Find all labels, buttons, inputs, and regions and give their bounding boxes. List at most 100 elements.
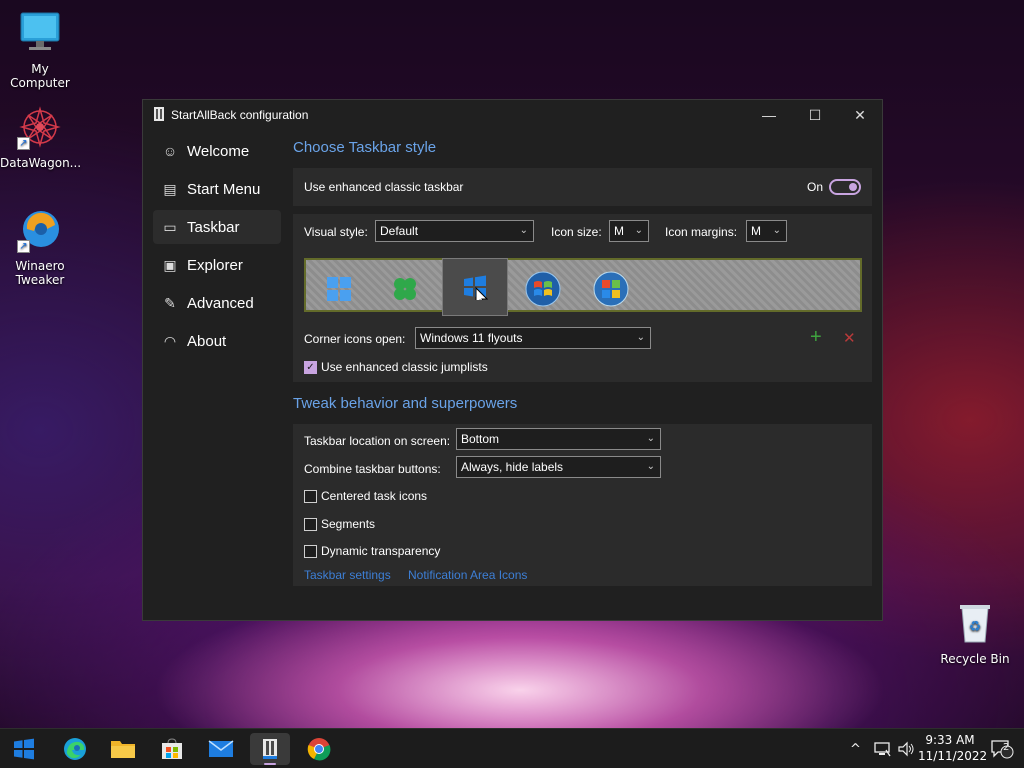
- notification-icon: [991, 740, 1014, 759]
- style-option-windows7[interactable]: [510, 260, 576, 318]
- style-option-vista[interactable]: [578, 260, 644, 318]
- corner-icons-value: Windows 11 flyouts: [420, 331, 523, 345]
- add-icon[interactable]: +: [810, 326, 822, 349]
- nav-item-start-menu[interactable]: ▤ Start Menu: [153, 172, 281, 206]
- icon-margins-select[interactable]: M ⌄: [746, 220, 787, 242]
- taskbar-location-select[interactable]: Bottom ⌄: [456, 428, 661, 450]
- enhanced-taskbar-panel: Use enhanced classic taskbar On: [293, 168, 872, 206]
- desktop-icon-my-computer[interactable]: My Computer: [0, 10, 80, 90]
- nav-item-label: Start Menu: [187, 180, 261, 198]
- visual-style-select[interactable]: Default ⌄: [375, 220, 534, 242]
- icon-size-label: Icon size:: [551, 225, 602, 239]
- smile-icon: ☺: [162, 143, 178, 159]
- desktop-icon-label: DataWagon...: [0, 156, 82, 170]
- nav-item-label: Advanced: [187, 294, 254, 312]
- chrome-icon: [307, 738, 331, 761]
- maximize-button[interactable]: ☐: [792, 100, 838, 130]
- volume-icon[interactable]: [897, 729, 915, 768]
- icon-size-value: M: [614, 224, 624, 238]
- desktop-icon-label: Recycle Bin: [940, 652, 1010, 666]
- dynamic-transparency-checkbox[interactable]: [304, 544, 317, 558]
- network-icon[interactable]: [873, 729, 891, 768]
- chevron-down-icon: ⌄: [519, 225, 528, 236]
- nav-item-label: About: [187, 332, 227, 350]
- desktop-icon-winaero-tweaker[interactable]: ↗ Winaero Tweaker: [0, 207, 80, 287]
- nav-item-label: Explorer: [187, 256, 243, 274]
- chevron-down-icon: ⌄: [634, 225, 643, 236]
- segments-row[interactable]: Segments: [304, 517, 375, 531]
- style-option-clover[interactable]: [372, 260, 438, 318]
- wrench-icon: ✎: [164, 294, 176, 311]
- taskbar-settings-link[interactable]: Taskbar settings: [304, 568, 391, 582]
- desktop-icon-label: My Computer: [10, 62, 70, 90]
- taskbar-location-label: Taskbar location on screen:: [304, 434, 451, 448]
- combine-buttons-select[interactable]: Always, hide labels ⌄: [456, 456, 661, 478]
- nav-item-welcome[interactable]: ☺ Welcome: [153, 134, 281, 168]
- startallback-window: StartAllBack configuration — ☐ ✕ ☺ Welco…: [142, 99, 883, 621]
- winaero-icon: ↗: [17, 207, 63, 253]
- visual-style-value: Default: [380, 224, 419, 238]
- show-hidden-icons-button[interactable]: ^: [850, 729, 861, 768]
- close-button[interactable]: ✕: [837, 100, 883, 130]
- monitor-icon: [17, 10, 63, 56]
- gauge-icon: ◠: [163, 332, 177, 349]
- desktop-icon-label: Winaero Tweaker: [15, 259, 65, 287]
- taskbar-startallback[interactable]: [250, 733, 290, 765]
- remove-icon[interactable]: ✕: [843, 329, 856, 347]
- clock-date: 11/11/2022: [918, 749, 988, 763]
- clock-time: 9:33 AM: [925, 733, 975, 747]
- start-button[interactable]: [4, 733, 44, 765]
- taskbar-chrome[interactable]: [299, 733, 339, 765]
- chevron-down-icon: ⌄: [646, 461, 655, 472]
- centered-icons-checkbox[interactable]: [304, 489, 317, 503]
- segments-checkbox[interactable]: [304, 517, 317, 531]
- enhanced-taskbar-label: Use enhanced classic taskbar: [304, 180, 464, 194]
- jumplists-checkbox[interactable]: ✓: [304, 360, 317, 374]
- section-heading-taskbar-style: Choose Taskbar style: [293, 139, 437, 156]
- system-clock[interactable]: 9:33 AM 11/11/2022: [918, 732, 988, 764]
- desktop-icon-recycle-bin[interactable]: ♻ Recycle Bin: [935, 600, 1015, 666]
- desktop-icon-datawagon[interactable]: ↗ DataWagon...: [0, 104, 82, 170]
- jumplists-row[interactable]: ✓ Use enhanced classic jumplists: [304, 360, 488, 374]
- start-menu-icon: ▤: [163, 180, 177, 197]
- style-option-windows11[interactable]: [306, 260, 372, 318]
- chevron-down-icon: ⌄: [646, 433, 655, 444]
- nav-item-advanced[interactable]: ✎ Advanced: [153, 286, 281, 320]
- taskbar-file-explorer[interactable]: [103, 733, 143, 765]
- minimize-button[interactable]: —: [746, 100, 792, 130]
- nav-item-explorer[interactable]: ▣ Explorer: [153, 248, 281, 282]
- icon-size-select[interactable]: M ⌄: [609, 220, 649, 242]
- windows10-logo-icon: [464, 275, 488, 300]
- dynamic-transparency-row[interactable]: Dynamic transparency: [304, 544, 440, 558]
- chevron-up-icon: ^: [850, 741, 861, 757]
- store-icon: [162, 738, 182, 759]
- datawagon-icon: ↗: [17, 104, 63, 150]
- combine-buttons-value: Always, hide labels: [461, 460, 564, 474]
- icon-margins-label: Icon margins:: [665, 225, 738, 239]
- taskbar-mail[interactable]: [201, 733, 241, 765]
- edge-icon: [64, 738, 86, 760]
- centered-icons-row[interactable]: Centered task icons: [304, 489, 427, 503]
- corner-icons-select[interactable]: Windows 11 flyouts ⌄: [415, 327, 651, 349]
- app-icon: [153, 106, 165, 124]
- shortcut-arrow-icon: ↗: [17, 137, 30, 150]
- enhanced-taskbar-state: On: [807, 180, 824, 194]
- nav-item-label: Welcome: [187, 142, 250, 160]
- enhanced-taskbar-toggle[interactable]: [829, 179, 861, 195]
- nav-item-taskbar[interactable]: ▭ Taskbar: [153, 210, 281, 244]
- combine-buttons-label: Combine taskbar buttons:: [304, 462, 441, 476]
- windows-logo-icon: [14, 738, 34, 760]
- clover-icon: [394, 278, 416, 300]
- notification-center-button[interactable]: 2: [990, 729, 1014, 768]
- notification-area-icons-link[interactable]: Notification Area Icons: [408, 568, 527, 582]
- nav-item-label: Taskbar: [187, 218, 240, 236]
- nav-item-about[interactable]: ◠ About: [153, 324, 281, 358]
- vista-orb-icon: [593, 271, 629, 307]
- taskbar-store[interactable]: [152, 733, 192, 765]
- taskbar-style-preview: [304, 258, 862, 316]
- windows11-logo-icon: [327, 277, 351, 301]
- taskbar-edge[interactable]: [55, 733, 95, 765]
- style-option-windows10[interactable]: [442, 258, 508, 316]
- mail-icon: [208, 740, 234, 757]
- startallback-icon: [263, 739, 277, 759]
